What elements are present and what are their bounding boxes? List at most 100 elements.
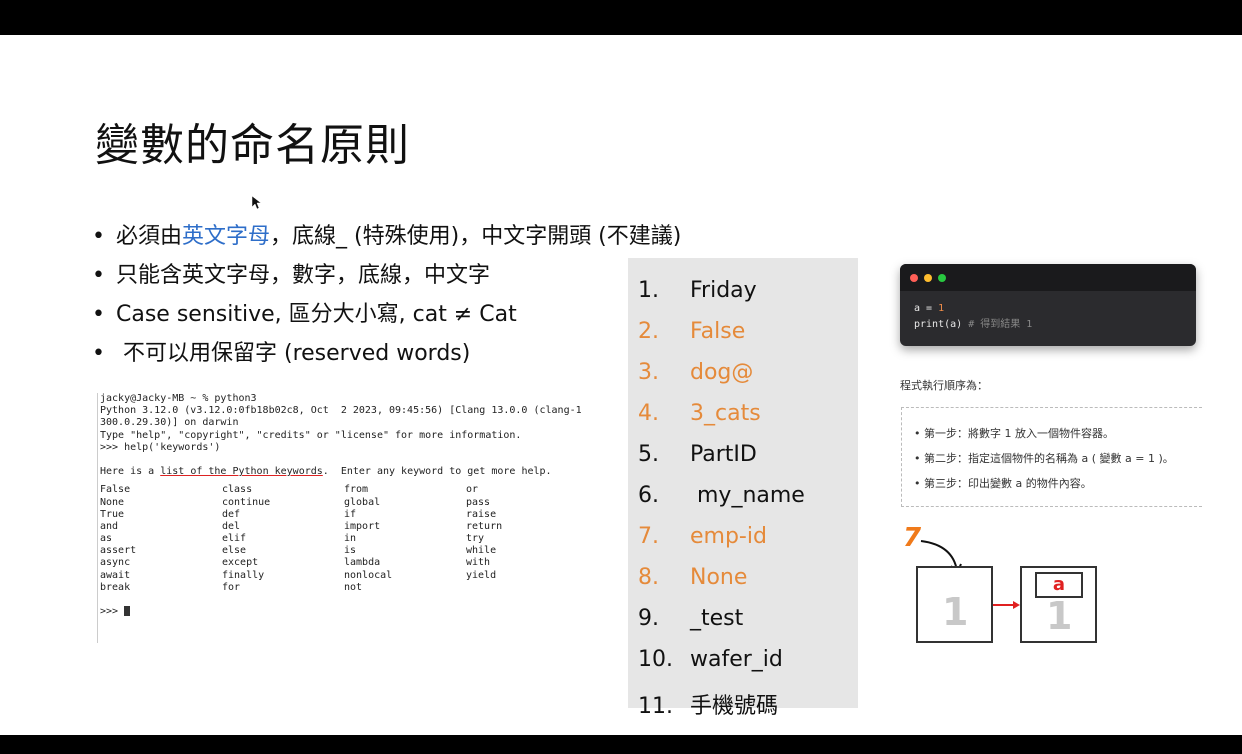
code-text: a =	[914, 303, 939, 314]
keyword-cell: elif	[222, 533, 247, 545]
code-window: a = 1 print(a) # 得到結果 1	[900, 264, 1196, 346]
keyword-cell: return	[466, 520, 503, 532]
bullet-item: • Case sensitive, 區分大小寫, cat ≠ Cat	[92, 302, 517, 327]
name-example-item: 11. 手機號碼	[638, 688, 778, 720]
variable-diagram: 7 1 a 1	[903, 523, 1103, 653]
mouse-pointer-icon	[252, 196, 262, 210]
keyword-cell: finally	[222, 569, 265, 581]
terminal-line: 300.0.29.30)] on darwin	[100, 417, 239, 429]
keyword-cell: class	[222, 484, 253, 496]
item-number: 6.	[638, 483, 659, 508]
name-example-item: 5. PartID	[638, 442, 757, 467]
code-comment: # 得到結果 1	[968, 319, 1033, 330]
bullet-item: • 必須由英文字母，底線_ (特殊使用)，中文字開頭 (不建議)	[92, 224, 682, 249]
item-number: 10.	[638, 647, 673, 672]
item-number: 11.	[638, 694, 673, 719]
bullet-text: 只能含英文字母，數字，底線，中文字	[116, 263, 491, 288]
terminal-header: jacky@Jacky-MB ~ % python3 Python 3.12.0…	[100, 393, 595, 478]
name-example-item: 8. None	[638, 565, 747, 590]
keyword-cell: global	[344, 496, 381, 508]
keyword-cell: if	[344, 508, 357, 520]
item-name: _test	[690, 606, 744, 631]
name-example-item: 4. 3_cats	[638, 401, 761, 426]
item-number: 7.	[638, 524, 659, 549]
cursor-block	[124, 606, 131, 616]
terminal-help-line: Here is a list of the Python keywords. E…	[100, 466, 595, 478]
keyword-cell: else	[222, 545, 247, 557]
keyword-cell: continue	[222, 496, 271, 508]
name-example-item: 6. my_name	[638, 483, 805, 508]
item-name: PartID	[690, 442, 757, 467]
step-item: • 第一步：將數字 1 放入一個物件容器。	[914, 427, 1114, 440]
code-number: 1	[938, 303, 945, 314]
object-box: 1	[916, 566, 993, 643]
object-value: 1	[942, 590, 969, 634]
terminal-line: >>> help('keywords')	[100, 441, 221, 453]
prompt-text: >>>	[100, 606, 125, 617]
name-example-item: 2. False	[638, 319, 745, 344]
item-name: dog@	[690, 360, 754, 385]
item-name: False	[690, 319, 746, 344]
terminal-line: Type "help", "copyright", "credits" or "…	[100, 429, 522, 441]
keyword-cell: assert	[100, 545, 137, 557]
keyword-cell: yield	[466, 569, 497, 581]
keyword-cell: for	[222, 581, 241, 593]
terminal-border	[97, 393, 98, 643]
item-number: 1.	[638, 278, 659, 303]
bottom-letterbox	[0, 735, 1242, 754]
keyword-cell: is	[344, 545, 357, 557]
terminal-prompt: >>>	[100, 606, 595, 618]
top-letterbox	[0, 0, 1242, 35]
object-value: 1	[1046, 594, 1073, 638]
terminal-screenshot: jacky@Jacky-MB ~ % python3 Python 3.12.0…	[95, 393, 595, 643]
name-example-item: 10. wafer_id	[638, 647, 783, 672]
terminal-line: jacky@Jacky-MB ~ % python3	[100, 393, 257, 404]
help-text: Here is a	[100, 466, 161, 478]
name-example-item: 1. Friday	[638, 278, 757, 303]
keyword-cell: in	[344, 533, 357, 545]
item-number: 3.	[638, 360, 659, 385]
bullet-highlight: 英文字母	[182, 224, 271, 249]
item-name: 3_cats	[690, 401, 761, 426]
execution-order-label: 程式執行順序為：	[900, 379, 988, 392]
keyword-cell: del	[222, 520, 241, 532]
step-item: • 第三步：印出變數 a 的物件內容。	[914, 477, 1092, 490]
slide: 變數的命名原則 • 必須由英文字母，底線_ (特殊使用)，中文字開頭 (不建議) …	[0, 35, 1242, 735]
keyword-cell: from	[344, 484, 369, 496]
keyword-cell: and	[100, 520, 119, 532]
keyword-cell: await	[100, 569, 131, 581]
step-item: • 第二步：指定這個物件的名稱為 a ( 變數 a = 1 )。	[914, 452, 1174, 465]
named-object-box: a 1	[1020, 566, 1097, 643]
item-name: wafer_id	[690, 647, 783, 672]
item-number: 5.	[638, 442, 659, 467]
bullet-list: • 必須由英文字母，底線_ (特殊使用)，中文字開頭 (不建議) • 只能含英文字母…	[92, 217, 681, 373]
minimize-dot-icon	[924, 274, 932, 282]
close-dot-icon	[910, 274, 918, 282]
terminal-line: Python 3.12.0 (v3.12.0:0fb18b02c8, Oct 2…	[100, 405, 582, 417]
item-number: 9.	[638, 606, 659, 631]
bullet-item: • 不可以用保留字 (reserved words)	[92, 341, 471, 366]
code-source: a = 1 print(a) # 得到結果 1	[900, 291, 1196, 343]
keyword-cell: or	[466, 484, 479, 496]
keyword-cell: not	[344, 581, 363, 593]
item-name: 手機號碼	[690, 694, 779, 719]
keyword-cell: lambda	[344, 557, 381, 569]
code-text: print(a)	[914, 319, 969, 330]
item-name: my_name	[690, 483, 805, 508]
keyword-cell: None	[100, 496, 125, 508]
keyword-cell: async	[100, 557, 131, 569]
bullet-text: 必須由	[116, 224, 183, 249]
keyword-cell: def	[222, 508, 241, 520]
bullet-text: 不可以用保留字 (reserved words)	[116, 341, 471, 366]
keyword-table: False class from or None continue global pass Tr…	[100, 484, 595, 594]
keyword-cell: False	[100, 484, 131, 496]
keyword-cell: raise	[466, 508, 497, 520]
keyword-cell: except	[222, 557, 259, 569]
keyword-cell: break	[100, 581, 131, 593]
name-example-item: 3. dog@	[638, 360, 753, 385]
name-example-item: 9. _test	[638, 606, 743, 631]
keywords-underlined: list of the Python keywords	[160, 466, 323, 478]
item-name: None	[690, 565, 748, 590]
slide-title: 變數的命名原則	[95, 120, 410, 171]
keyword-cell	[466, 582, 588, 594]
